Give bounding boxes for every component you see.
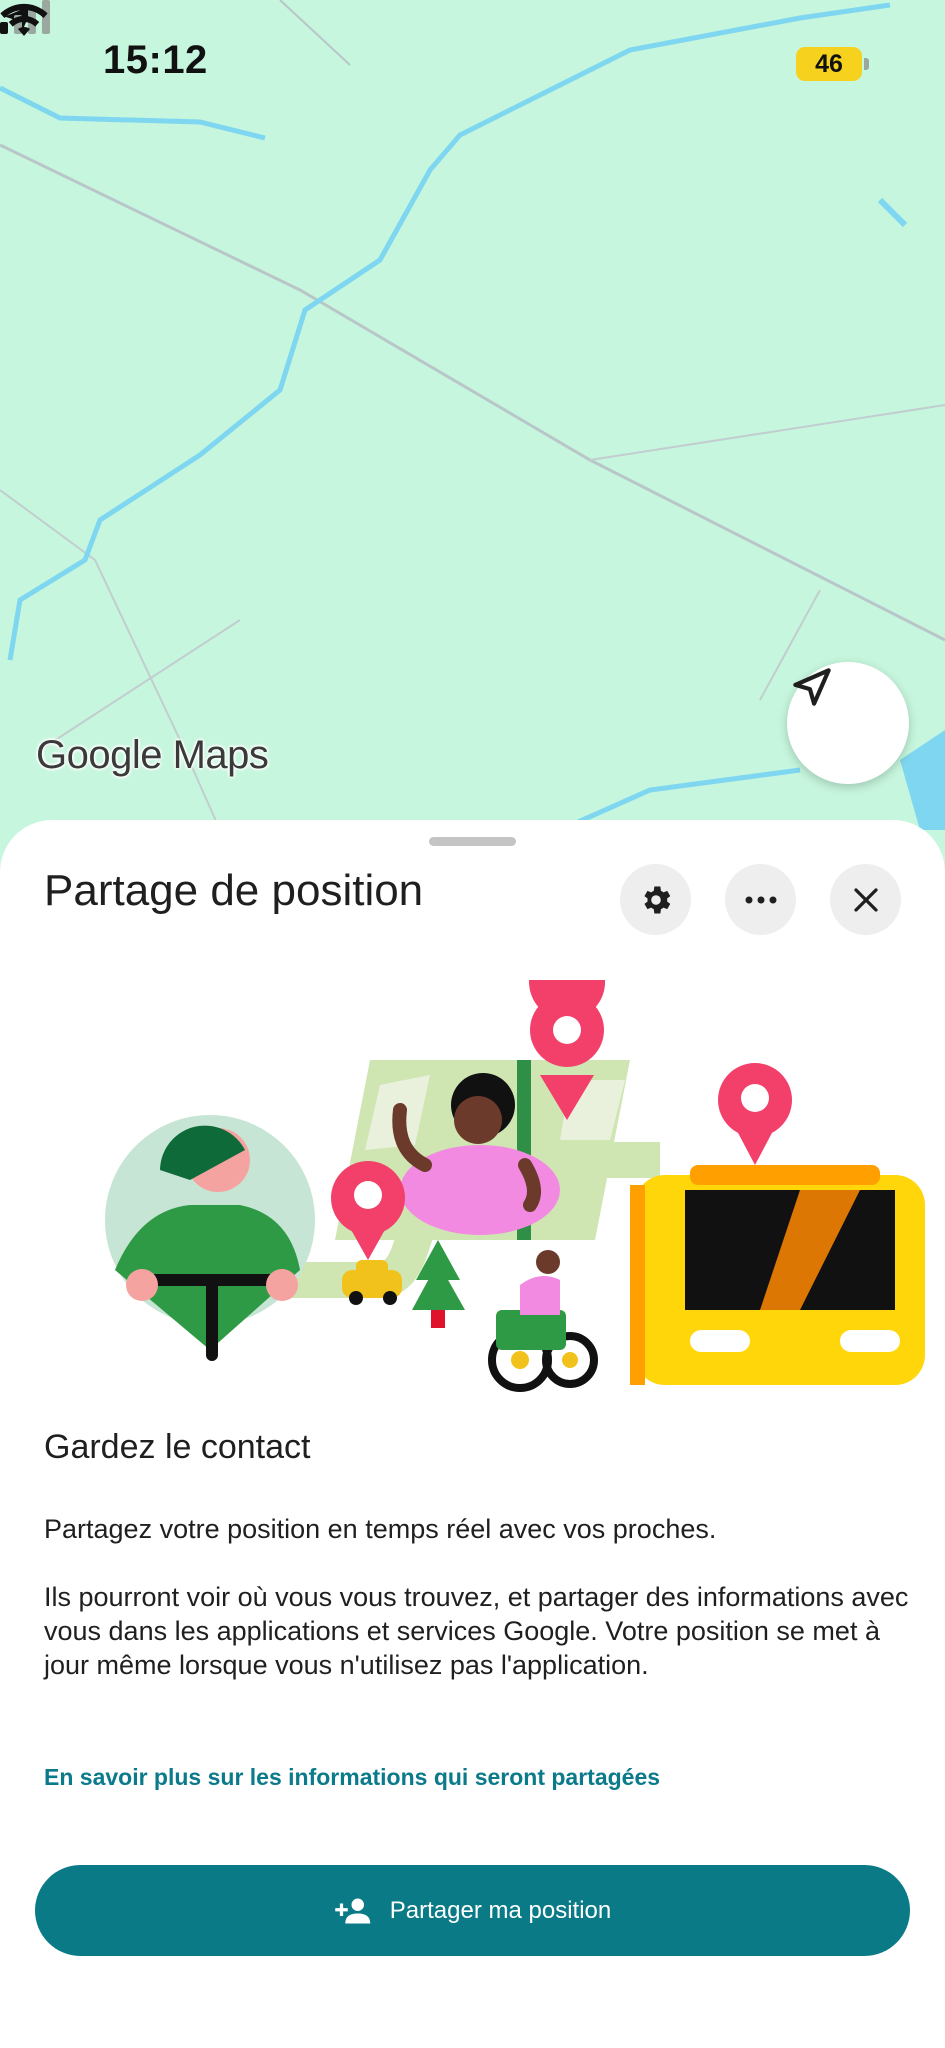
recenter-button[interactable] <box>787 662 909 784</box>
gear-icon <box>643 886 670 913</box>
learn-more-link[interactable]: En savoir plus sur les informations qui … <box>44 1764 660 1791</box>
close-icon <box>853 887 878 912</box>
description-text: Ils pourront voir où vous vous trouvez, … <box>44 1582 909 1680</box>
navigation-arrow-icon <box>793 668 831 706</box>
status-bar: 15:12 46 <box>0 0 945 120</box>
battery-level: 46 <box>815 50 843 78</box>
share-location-button[interactable]: Partager ma position <box>35 1865 910 1956</box>
location-sharing-sheet: Partage de position Gardez le contact Pa… <box>0 820 945 2048</box>
settings-button[interactable] <box>620 864 691 935</box>
share-location-label: Partager ma position <box>389 1896 612 1924</box>
battery-tip <box>864 58 869 70</box>
map-view[interactable]: 15:12 46 Google Maps <box>0 0 945 860</box>
intro-text: Partagez votre position en temps réel av… <box>44 1514 717 1544</box>
close-button[interactable] <box>830 864 901 935</box>
more-horizontal-icon <box>745 896 776 903</box>
drag-handle[interactable] <box>429 837 516 846</box>
status-time: 15:12 <box>103 38 208 82</box>
more-options-button[interactable] <box>725 864 796 935</box>
sheet-title: Partage de position <box>44 866 424 915</box>
add-person-icon <box>335 1898 371 1923</box>
google-maps-logo: Google Maps <box>36 733 269 777</box>
location-sharing-illustration <box>105 980 925 1392</box>
wifi-icon <box>0 3 48 36</box>
section-heading: Gardez le contact <box>44 1428 311 1466</box>
